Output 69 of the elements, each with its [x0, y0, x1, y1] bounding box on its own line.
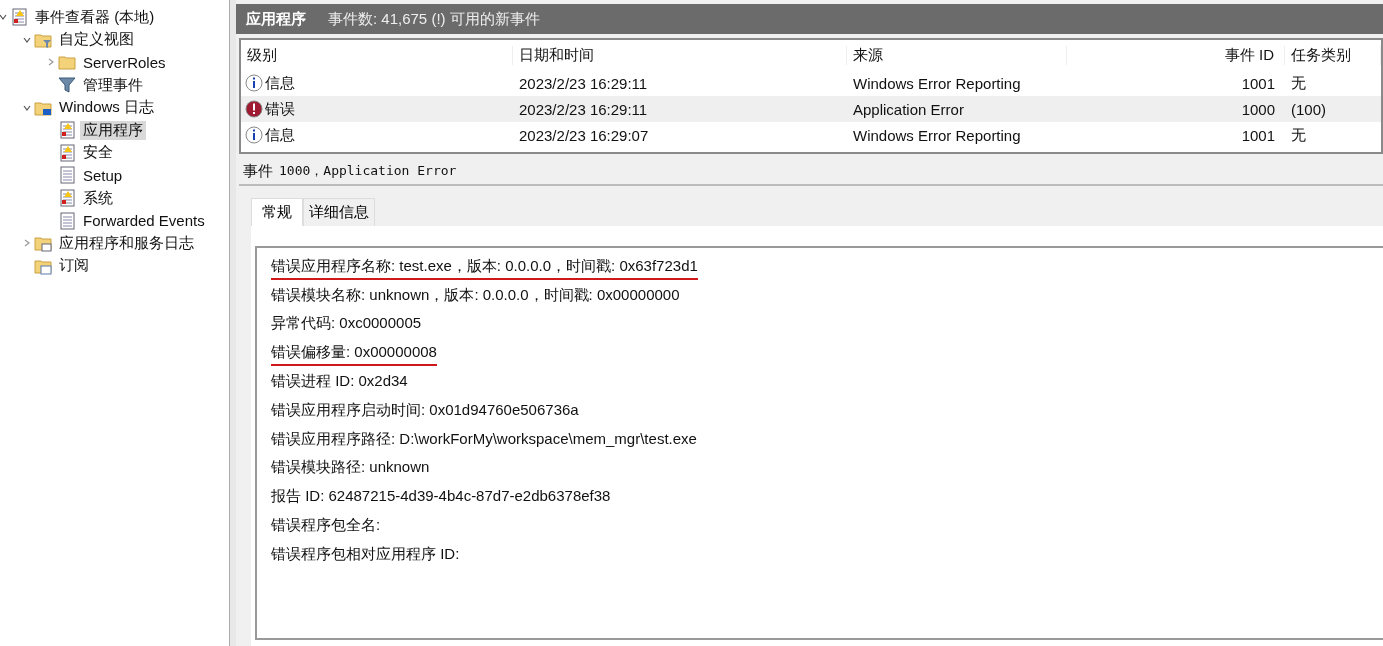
tree-item[interactable]: 自定义视图 — [56, 30, 137, 50]
column-header[interactable]: 日期和时间 — [513, 45, 847, 65]
table-cell-text: 1001 — [1240, 126, 1276, 144]
table-cell: 信息 — [265, 125, 295, 145]
tree-item[interactable]: 系统 — [80, 188, 116, 208]
log-icon — [58, 121, 76, 140]
tree-item[interactable]: ServerRoles — [80, 54, 169, 71]
tree-item[interactable]: 应用程序和服务日志 — [56, 233, 197, 253]
log-icon — [58, 189, 76, 208]
table-cell-text: 无 — [1290, 73, 1307, 93]
description-line: 错误模块路径: unknown — [271, 458, 430, 478]
table-cell: 错误 — [265, 99, 295, 119]
description-line: 错误程序包全名: — [271, 516, 381, 536]
tree-item[interactable]: 安全 — [80, 143, 116, 163]
column-header[interactable]: 来源 — [847, 45, 1067, 65]
info-icon — [245, 126, 263, 144]
description-line: 错误应用程序名称: test.exe，版本: 0.0.0.0，时间戳: 0x63f723d1 — [271, 256, 698, 280]
description-line: 异常代码: 0xc0000005 — [271, 314, 422, 334]
info-icon — [245, 74, 263, 92]
event-count: 事件数: 41,675 (!) 可用的新事件 — [328, 9, 540, 29]
tree-item[interactable]: 管理事件 — [80, 75, 146, 95]
table-cell-text: (100) — [1290, 100, 1328, 118]
tab[interactable]: 常规 — [251, 198, 303, 226]
tree-item[interactable]: Windows 日志 — [56, 98, 158, 118]
table-cell-text: 1001 — [1240, 74, 1276, 92]
description-line: 错误模块名称: unknown，版本: 0.0.0.0，时间戳: 0x00000000 — [271, 285, 680, 305]
table-cell-text: 2023/2/23 16:29:07 — [518, 126, 650, 144]
tree-item[interactable]: 事件查看器 (本地) — [32, 7, 158, 27]
folder-icon — [58, 53, 76, 72]
event-label: 事件 — [243, 161, 273, 181]
column-header[interactable]: 任务类别 — [1285, 45, 1381, 65]
chevron-icon[interactable] — [23, 239, 31, 248]
column-header[interactable]: 级别 — [241, 45, 513, 65]
error-icon — [245, 100, 263, 118]
tab[interactable]: 详细信息 — [303, 198, 375, 226]
table-cell-text: 2023/2/23 16:29:11 — [518, 74, 649, 92]
description-line: 报告 ID: 62487215-4d39-4b4c-87d7-e2db6378ef38 — [271, 487, 611, 507]
event-row[interactable]: 信息 2023/2/23 16:29:07 Windows Error Reporting 1001 无 — [241, 122, 1381, 148]
funnel-icon — [58, 76, 76, 95]
log-icon — [58, 143, 76, 162]
table-cell-text: 1000 — [1240, 100, 1276, 118]
table-cell-text: Windows Error Reporting — [852, 126, 1022, 144]
tree-item[interactable]: Setup — [80, 166, 126, 184]
viewer-icon — [10, 8, 28, 27]
log-title: 应用程序 — [246, 9, 306, 29]
table-cell: 信息 — [265, 73, 295, 93]
chevron-icon[interactable] — [23, 103, 31, 112]
chevron-icon[interactable] — [47, 58, 55, 67]
description-line: 错误偏移量: 0x00000008 — [271, 343, 437, 367]
tree-item[interactable]: 应用程序 — [80, 120, 146, 140]
event-row[interactable]: 信息 2023/2/23 16:29:11 Windows Error Reporting 1001 无 — [241, 70, 1381, 96]
table-cell-text: Application Error — [852, 100, 965, 118]
event-row[interactable]: 错误 2023/2/23 16:29:11 Application Error 1000 (100) — [241, 96, 1381, 122]
folder-icon — [34, 234, 52, 253]
description-line: 错误进程 ID: 0x2d34 — [271, 372, 408, 392]
chevron-icon[interactable] — [23, 35, 31, 44]
tree-item[interactable]: 订阅 — [56, 256, 92, 276]
table-cell-text: 无 — [1290, 125, 1307, 145]
description-line: 错误应用程序启动时间: 0x01d94760e506736a — [271, 400, 579, 420]
event-title: 1000，Application Error — [279, 162, 457, 180]
tree-item[interactable]: Forwarded Events — [80, 212, 208, 230]
chevron-icon[interactable] — [0, 13, 7, 22]
table-cell-text: Windows Error Reporting — [852, 74, 1022, 92]
description-line: 错误应用程序路径: D:\workForMy\workspace\mem_mgr\test.exe — [271, 429, 697, 449]
log-icon — [58, 211, 76, 230]
table-cell-text: 2023/2/23 16:29:11 — [518, 100, 649, 118]
log-icon — [58, 166, 76, 185]
column-header[interactable]: 事件 ID — [1067, 45, 1285, 65]
description-line: 错误程序包相对应用程序 ID: — [271, 544, 460, 564]
